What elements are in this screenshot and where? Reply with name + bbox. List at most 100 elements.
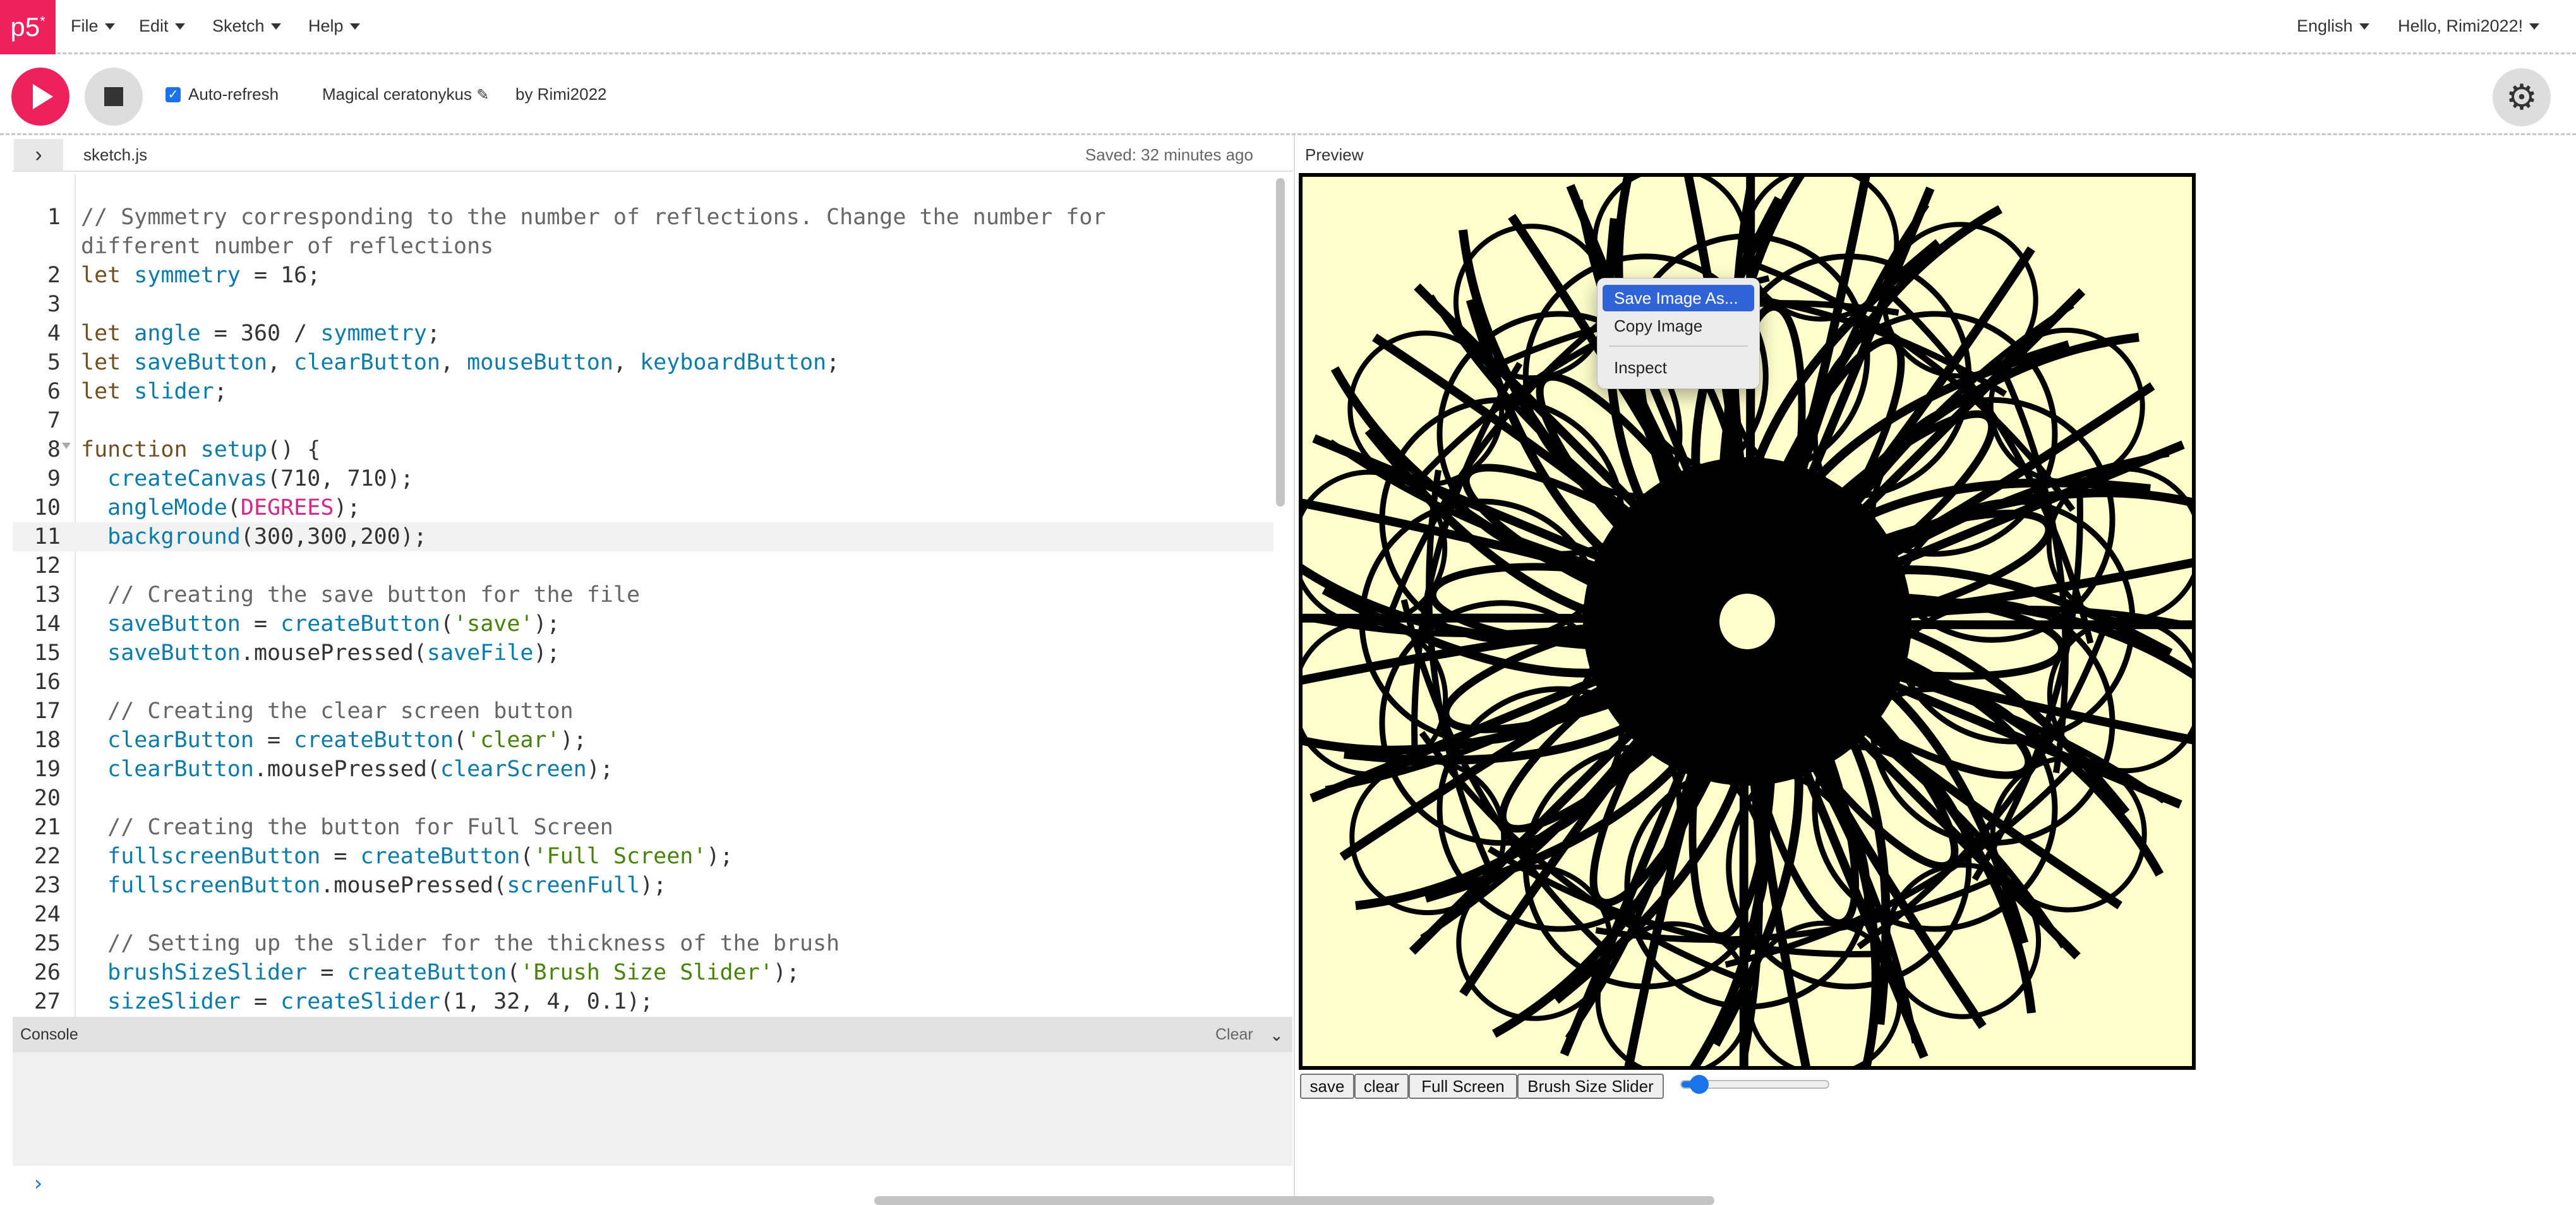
chevron-right-icon: ›	[35, 142, 42, 167]
fold-arrow-icon[interactable]	[62, 443, 71, 449]
user-menu[interactable]: Hello, Rimi2022!	[2398, 16, 2540, 36]
menu-edit-label: Edit	[139, 16, 169, 35]
console-output	[13, 1052, 1292, 1166]
user-greeting: Hello, Rimi2022!	[2398, 16, 2524, 35]
line-text: sizeSlider = createSlider(1, 32, 4, 0.1)…	[107, 989, 654, 1014]
line-number: 23	[33, 873, 61, 898]
code-line[interactable]: 23 fullscreenButton.mousePressed(screenF…	[13, 871, 1273, 900]
code-line[interactable]: 15 saveButton.mousePressed(saveFile);	[13, 638, 1273, 668]
code-line[interactable]: 11 background(300,300,200);	[13, 522, 1273, 551]
line-number: 5	[47, 350, 61, 375]
code-line[interactable]: 17 // Creating the clear screen button	[13, 697, 1273, 726]
code-line[interactable]: 18 clearButton = createButton('clear');	[13, 726, 1273, 755]
pencil-icon[interactable]: ✎	[476, 87, 489, 104]
line-text: // Creating the save button for the file	[107, 582, 641, 608]
top-navbar: p5 * File Edit Sketch Help English Hello,…	[0, 0, 2576, 54]
sketch-name-text: Magical ceratonykus	[322, 85, 472, 104]
menu-sketch[interactable]: Sketch	[212, 16, 281, 36]
sketch-save-button[interactable]: save	[1300, 1074, 1354, 1099]
sketch-fullscreen-button[interactable]: Full Screen	[1409, 1074, 1517, 1099]
context-save-image[interactable]: Save Image As...	[1603, 285, 1754, 311]
slider-thumb[interactable]	[1689, 1075, 1709, 1094]
context-copy-image[interactable]: Copy Image	[1603, 313, 1754, 339]
code-line[interactable]: 10 angleMode(DEGREES);	[13, 493, 1273, 522]
code-line[interactable]: 2 let symmetry = 16;	[13, 261, 1273, 290]
code-line[interactable]: 25 // Setting up the slider for the thic…	[13, 929, 1273, 958]
code-line[interactable]: 3	[13, 290, 1273, 319]
code-line[interactable]: 26 brushSizeSlider = createButton('Brush…	[13, 958, 1273, 987]
code-line[interactable]: 1 // Symmetry corresponding to the number…	[13, 203, 1273, 232]
code-line[interactable]: different number of reflections	[13, 232, 1273, 261]
code-line[interactable]: 5 let saveButton, clearButton, mouseButto…	[13, 348, 1273, 377]
chevron-down-icon	[2359, 23, 2369, 30]
code-editor[interactable]: 1 // Symmetry corresponding to the number…	[13, 174, 1292, 1017]
code-line[interactable]: 19 clearButton.mousePressed(clearScreen)…	[13, 755, 1273, 784]
p5-logo[interactable]: p5 *	[0, 0, 56, 54]
sketch-clear-button[interactable]: clear	[1354, 1074, 1409, 1099]
console-title: Console	[20, 1026, 78, 1043]
pane-divider[interactable]	[1294, 135, 1295, 1202]
page-scrollbar[interactable]	[874, 1196, 1714, 1205]
code-line[interactable]: 4 let angle = 360 / symmetry;	[13, 319, 1273, 348]
code-line[interactable]: 20	[13, 784, 1273, 813]
auto-refresh-toggle[interactable]: ✓ Auto-refresh	[166, 85, 279, 104]
line-text: let angle = 360 / symmetry;	[81, 321, 440, 346]
menu-help-label: Help	[308, 16, 344, 35]
code-line[interactable]: 24	[13, 900, 1273, 929]
file-tab[interactable]: sketch.js	[83, 145, 147, 165]
line-number: 4	[47, 321, 61, 346]
code-line[interactable]: 7	[13, 406, 1273, 435]
logo-mark: *	[40, 13, 45, 29]
menu-edit[interactable]: Edit	[139, 16, 185, 36]
line-text: angleMode(DEGREES);	[107, 495, 361, 520]
line-number: 8	[47, 437, 61, 462]
menu-file[interactable]: File	[71, 16, 115, 36]
sketch-owner[interactable]: by Rimi2022	[515, 85, 607, 104]
editor-scrollbar[interactable]	[1276, 178, 1285, 507]
play-button[interactable]	[11, 68, 69, 126]
line-number: 19	[33, 757, 61, 782]
context-inspect[interactable]: Inspect	[1603, 354, 1754, 381]
chevron-down-icon[interactable]: ⌄	[1270, 1026, 1284, 1045]
line-text: fullscreenButton.mousePressed(screenFull…	[107, 873, 667, 898]
line-number: 7	[47, 408, 61, 433]
line-number: 14	[33, 611, 61, 637]
line-text: // Creating the button for Full Screen	[107, 815, 613, 840]
sketch-name[interactable]: Magical ceratonykus ✎	[322, 85, 489, 104]
logo-text: p5	[10, 12, 40, 42]
auto-refresh-label: Auto-refresh	[188, 85, 279, 104]
line-number: 27	[33, 989, 61, 1014]
code-line[interactable]: 9 createCanvas(710, 710);	[13, 464, 1273, 493]
code-line[interactable]: 12	[13, 551, 1273, 580]
code-line[interactable]: 6 let slider;	[13, 377, 1273, 406]
code-line[interactable]: 16	[13, 668, 1273, 697]
line-number: 18	[33, 728, 61, 753]
code-line[interactable]: 13 // Creating the save button for the f…	[13, 580, 1273, 609]
code-line[interactable]: 21 // Creating the button for Full Scree…	[13, 813, 1273, 842]
line-number: 13	[33, 582, 61, 608]
code-line[interactable]: 8 function setup() {	[13, 435, 1273, 464]
settings-button[interactable]: ⚙	[2493, 68, 2551, 126]
auto-refresh-checkbox[interactable]: ✓	[166, 87, 181, 102]
menu-help[interactable]: Help	[308, 16, 360, 36]
prompt-icon: ›	[32, 1171, 45, 1196]
sidebar-toggle-button[interactable]: ›	[14, 139, 63, 171]
line-number: 1	[47, 205, 61, 230]
line-number: 10	[33, 495, 61, 520]
code-line[interactable]: 14 saveButton = createButton('save');	[13, 609, 1273, 638]
context-menu: Save Image As... Copy Image Inspect	[1597, 278, 1760, 389]
code-line[interactable]: 27 sizeSlider = createSlider(1, 32, 4, 0…	[13, 987, 1273, 1016]
line-number: 16	[33, 669, 61, 695]
line-number: 11	[33, 524, 61, 549]
line-text: let saveButton, clearButton, mouseButton…	[81, 350, 840, 375]
language-selector[interactable]: English	[2297, 16, 2369, 36]
line-text: function setup() {	[81, 437, 321, 462]
console-clear-button[interactable]: Clear	[1215, 1026, 1253, 1044]
chevron-down-icon	[270, 23, 281, 30]
line-text: background(300,300,200);	[107, 524, 427, 549]
stop-button[interactable]	[85, 68, 143, 126]
sketch-brush-size-button[interactable]: Brush Size Slider	[1517, 1074, 1664, 1099]
line-text: saveButton.mousePressed(saveFile);	[107, 640, 560, 666]
language-label: English	[2297, 16, 2353, 35]
code-line[interactable]: 22 fullscreenButton = createButton('Full…	[13, 842, 1273, 871]
